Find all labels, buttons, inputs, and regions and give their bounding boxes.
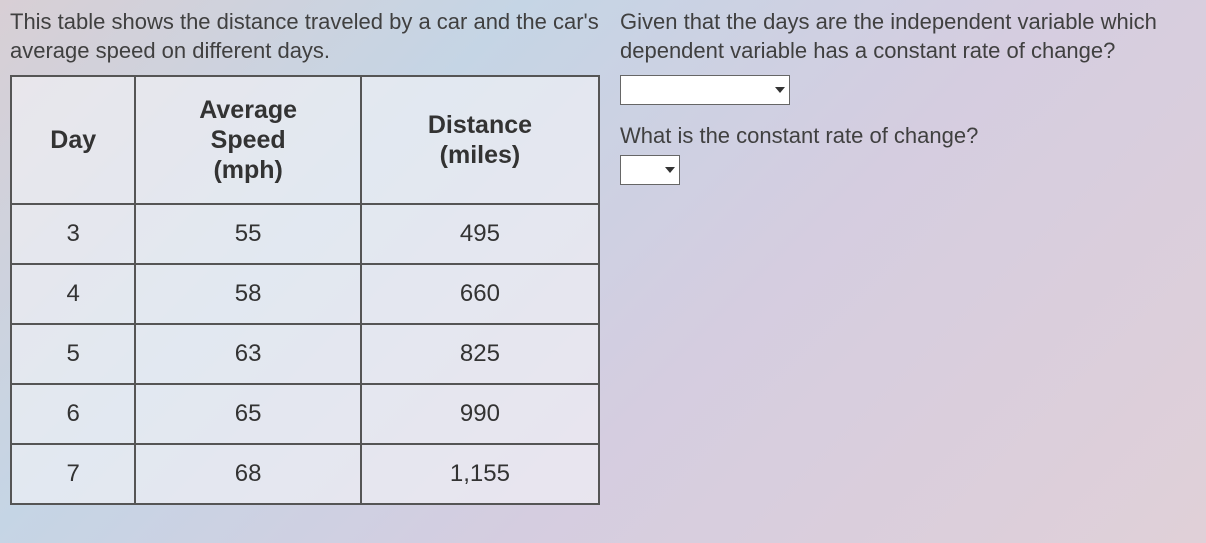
intro-text: This table shows the distance traveled b… — [10, 8, 600, 65]
header-speed-line2: Speed — [144, 125, 351, 155]
table-row: 4 58 660 — [11, 264, 599, 324]
question-2-text: What is the constant rate of change? — [620, 123, 1196, 149]
cell-day: 5 — [11, 324, 135, 384]
dependent-variable-dropdown[interactable] — [620, 75, 790, 105]
cell-day: 3 — [11, 204, 135, 264]
cell-speed: 58 — [135, 264, 360, 324]
header-speed: Average Speed (mph) — [135, 76, 360, 204]
data-table: Day Average Speed (mph) Distance (miles)… — [10, 75, 600, 505]
table-row: 3 55 495 — [11, 204, 599, 264]
chevron-down-icon — [665, 167, 675, 173]
table-row: 7 68 1,155 — [11, 444, 599, 504]
cell-distance: 1,155 — [361, 444, 599, 504]
chevron-down-icon — [775, 87, 785, 93]
header-distance-line2: (miles) — [370, 140, 590, 170]
table-header-row: Day Average Speed (mph) Distance (miles) — [11, 76, 599, 204]
cell-distance: 825 — [361, 324, 599, 384]
cell-day: 6 — [11, 384, 135, 444]
header-speed-line1: Average — [144, 95, 351, 125]
cell-distance: 495 — [361, 204, 599, 264]
table-row: 6 65 990 — [11, 384, 599, 444]
cell-speed: 55 — [135, 204, 360, 264]
cell-day: 4 — [11, 264, 135, 324]
header-day: Day — [11, 76, 135, 204]
rate-of-change-dropdown[interactable] — [620, 155, 680, 185]
cell-distance: 990 — [361, 384, 599, 444]
header-speed-line3: (mph) — [144, 155, 351, 185]
table-row: 5 63 825 — [11, 324, 599, 384]
header-distance-line1: Distance — [370, 110, 590, 140]
cell-day: 7 — [11, 444, 135, 504]
cell-distance: 660 — [361, 264, 599, 324]
cell-speed: 65 — [135, 384, 360, 444]
cell-speed: 68 — [135, 444, 360, 504]
question-1-text: Given that the days are the independent … — [620, 8, 1196, 65]
header-distance: Distance (miles) — [361, 76, 599, 204]
cell-speed: 63 — [135, 324, 360, 384]
